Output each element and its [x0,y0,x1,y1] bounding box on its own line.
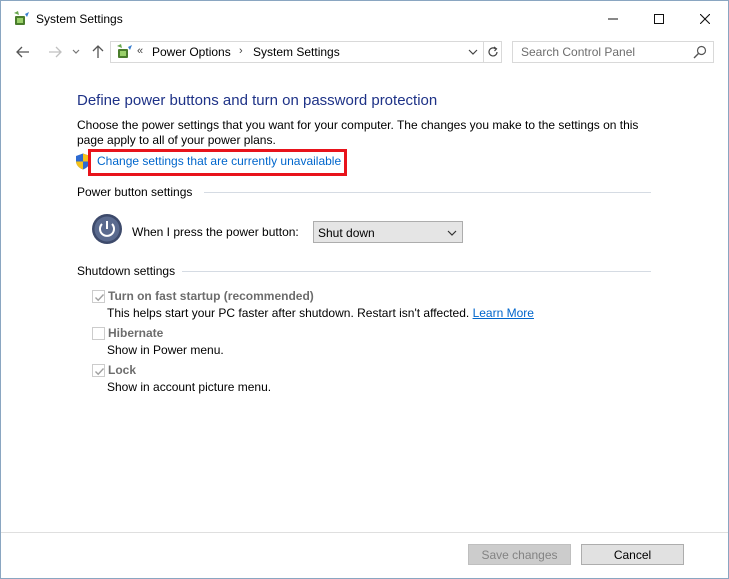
title-bar[interactable]: System Settings [1,1,728,36]
chevron-down-icon [446,227,458,239]
address-bar[interactable]: « Power Options › System Settings [110,41,502,63]
maximize-button[interactable] [636,1,682,36]
power-button-prompt: When I press the power button: [132,225,299,239]
power-button-section-label: Power button settings [77,185,193,199]
main-content: Define power buttons and turn on passwor… [1,68,728,533]
up-arrow-icon[interactable] [88,43,108,61]
fast-startup-desc-text: This helps start your PC faster after sh… [107,306,470,320]
hibernate-description: Show in Power menu. [107,343,224,357]
breadcrumb-separator[interactable]: › [239,45,243,57]
back-arrow-icon[interactable] [13,43,33,61]
section-divider [182,271,651,272]
shutdown-section-label: Shutdown settings [77,264,176,278]
power-options-icon [12,10,30,28]
fast-startup-label: Turn on fast startup (recommended) [108,289,314,303]
lock-label: Lock [108,363,137,377]
power-button-icon [91,213,123,245]
footer-divider [1,532,728,533]
recent-locations-chevron-icon[interactable] [69,43,83,61]
window-title: System Settings [36,12,123,26]
hibernate-checkbox[interactable] [92,327,105,340]
save-changes-button[interactable]: Save changes [468,544,571,565]
lock-checkbox[interactable] [92,364,105,377]
breadcrumb-overflow[interactable]: « [137,45,143,57]
control-panel-icon [115,44,133,60]
power-button-action-value: Shut down [318,226,375,240]
breadcrumb-power-options[interactable]: Power Options [152,45,231,59]
highlight-annotation [88,149,347,176]
power-button-action-select[interactable]: Shut down [313,221,463,243]
cancel-button[interactable]: Cancel [581,544,684,565]
lock-description: Show in account picture menu. [107,380,272,394]
breadcrumb-system-settings[interactable]: System Settings [253,45,340,59]
page-description: Choose the power settings that you want … [77,118,639,147]
page-title: Define power buttons and turn on passwor… [77,92,438,109]
search-placeholder: Search Control Panel [521,45,636,59]
minimize-button[interactable] [590,1,636,36]
address-dropdown-chevron-icon[interactable] [465,44,481,60]
learn-more-link[interactable]: Learn More [473,306,534,320]
fast-startup-description: This helps start your PC faster after sh… [107,306,534,320]
navigation-bar: « Power Options › System Settings Search… [1,36,728,68]
hibernate-label: Hibernate [108,326,164,340]
section-divider [204,192,651,193]
search-input[interactable]: Search Control Panel [512,41,714,63]
close-button[interactable] [682,1,728,36]
system-settings-window: System Settings « Power Options › System… [0,0,729,579]
search-icon[interactable] [693,45,709,61]
forward-arrow-icon[interactable] [45,43,65,61]
refresh-icon[interactable] [483,42,501,62]
fast-startup-checkbox[interactable] [92,290,105,303]
